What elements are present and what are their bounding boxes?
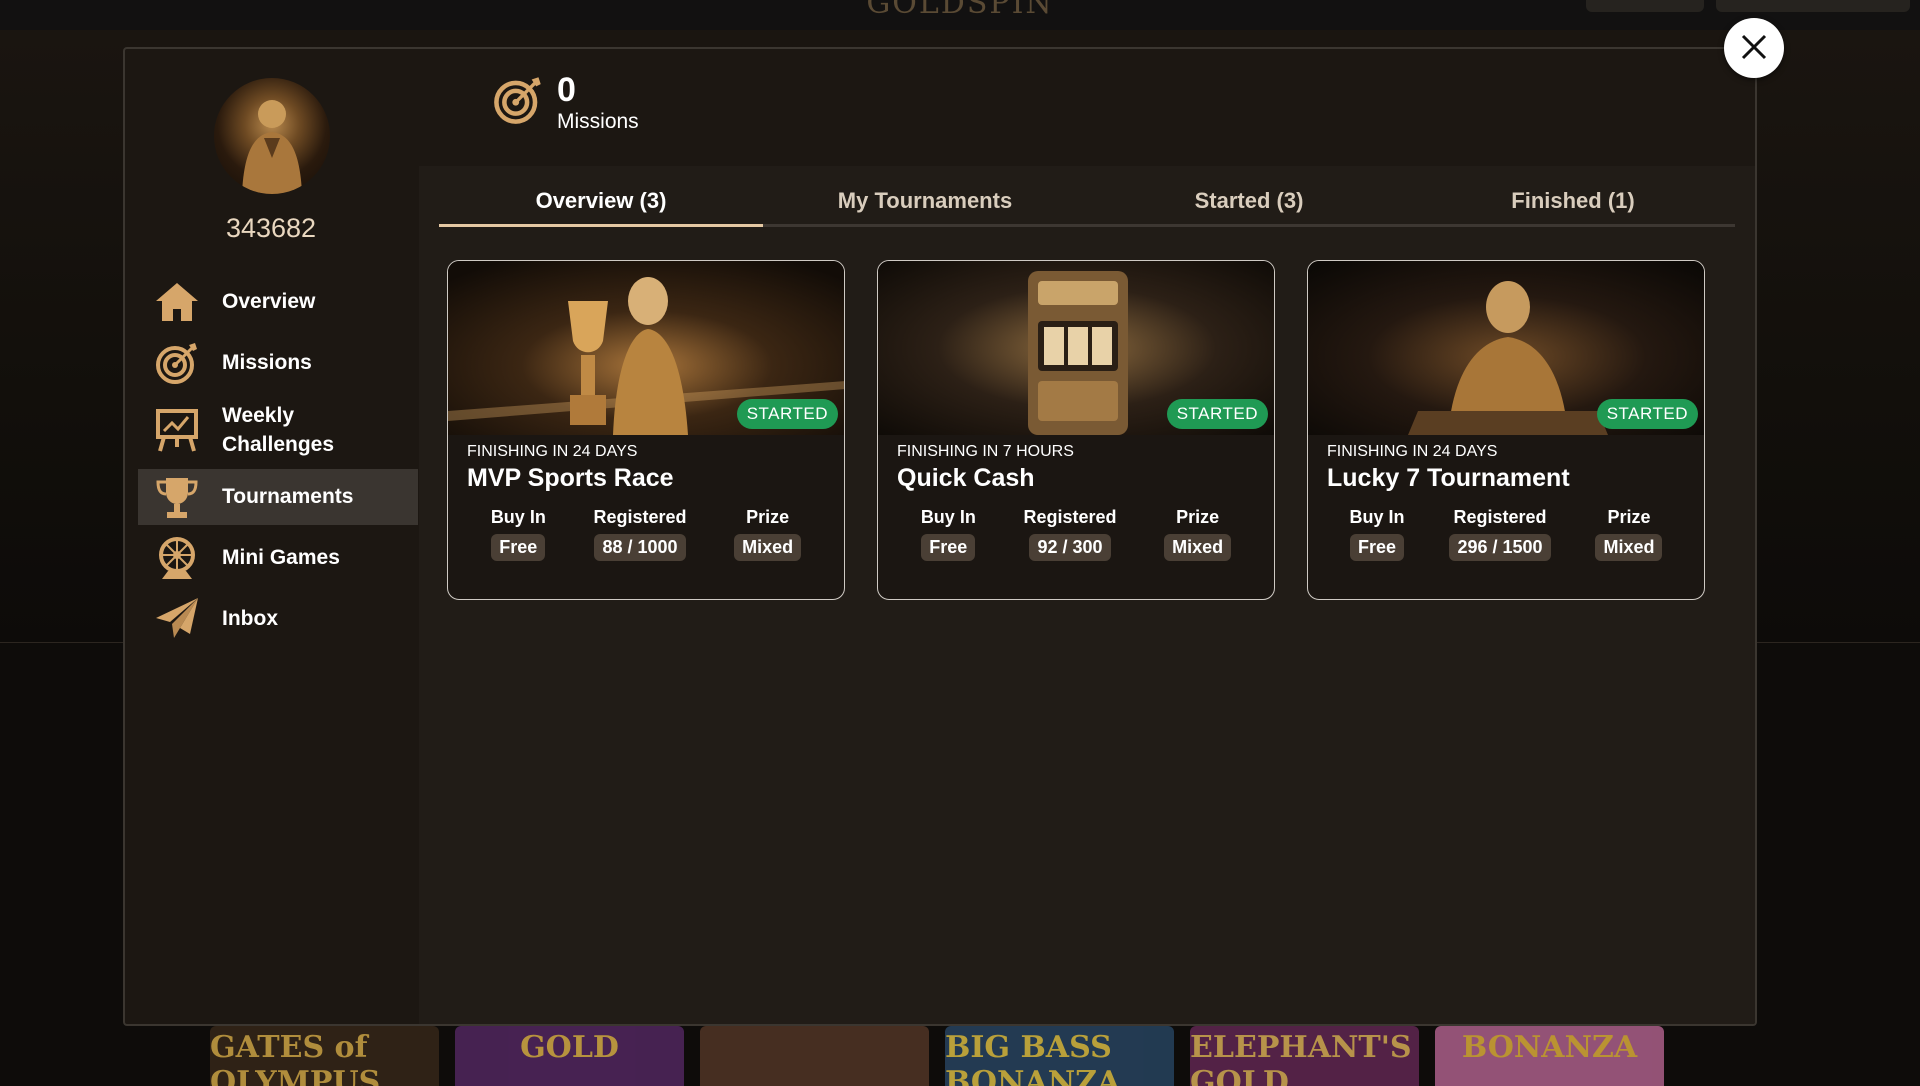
game-tile[interactable]: BONANZA: [1435, 1026, 1664, 1086]
header-pill: [1586, 0, 1704, 12]
home-icon: [152, 280, 202, 324]
tournament-image: STARTED: [878, 261, 1274, 435]
prize-value: Mixed: [734, 534, 802, 561]
header-pill: [1716, 0, 1910, 12]
registered-value: 296 / 1500: [1449, 534, 1551, 561]
buy-in-value: Free: [491, 534, 546, 561]
tournaments-panel: Overview (3) My Tournaments Started (3) …: [419, 166, 1755, 1024]
sidebar-nav: Overview Missions Weekly Challenges Tour…: [138, 274, 418, 652]
tournament-title: MVP Sports Race: [467, 464, 674, 492]
prize-label: Prize: [1607, 507, 1651, 527]
registered-label: Registered: [1023, 507, 1117, 527]
missions-count: 0: [557, 71, 576, 109]
tournament-title: Quick Cash: [897, 464, 1035, 492]
game-tile[interactable]: ELEPHANT'S GOLD: [1190, 1026, 1419, 1086]
missions-label: Missions: [557, 110, 639, 133]
tournament-card[interactable]: STARTED FINISHING IN 24 DAYS Lucky 7 Tou…: [1307, 260, 1705, 600]
sidebar-item-inbox[interactable]: Inbox: [138, 591, 418, 647]
paper-plane-icon: [152, 597, 202, 641]
sidebar-item-label: Weekly Challenges: [222, 403, 335, 456]
tournament-image: STARTED: [1308, 261, 1704, 435]
game-tile[interactable]: GATES of OLYMPUS: [210, 1026, 439, 1086]
finishing-time: FINISHING IN 24 DAYS: [1327, 443, 1498, 460]
sidebar-item-weekly-challenges[interactable]: Weekly Challenges: [138, 396, 418, 464]
tournament-list: STARTED FINISHING IN 24 DAYS MVP Sports …: [447, 260, 1705, 600]
sidebar-item-label: Missions: [222, 351, 312, 375]
sidebar-item-missions[interactable]: Missions: [138, 335, 418, 391]
game-tile[interactable]: GOLD: [455, 1026, 684, 1086]
site-header: GOLDSPIN: [0, 0, 1920, 30]
buy-in-value: Free: [921, 534, 976, 561]
tab-started[interactable]: Started (3): [1087, 186, 1411, 224]
sidebar-item-label: Inbox: [222, 607, 278, 631]
close-icon: [1740, 28, 1768, 68]
trophy-icon: [152, 475, 202, 519]
game-strip: GATES of OLYMPUS GOLD BIG BASS BONANZA E…: [210, 1026, 1664, 1086]
wheel-icon: [152, 536, 202, 580]
missions-summary: 0 Missions: [493, 73, 639, 132]
registered-label: Registered: [1453, 507, 1547, 527]
sidebar-item-tournaments[interactable]: Tournaments: [138, 469, 418, 525]
tournament-image: STARTED: [448, 261, 844, 435]
buy-in-label: Buy In: [490, 507, 546, 527]
registered-label: Registered: [593, 507, 687, 527]
tournament-card[interactable]: STARTED FINISHING IN 7 HOURS Quick Cash …: [877, 260, 1275, 600]
profile-modal: 343682 Overview Missions Weekly Challeng…: [123, 47, 1757, 1026]
buy-in-value: Free: [1349, 534, 1404, 561]
status-badge: STARTED: [736, 399, 838, 429]
buy-in-label: Buy In: [920, 507, 976, 527]
finishing-time: FINISHING IN 7 HOURS: [897, 443, 1074, 460]
prize-label: Prize: [746, 507, 790, 527]
game-tile[interactable]: BIG BASS BONANZA: [945, 1026, 1174, 1086]
tournament-card[interactable]: STARTED FINISHING IN 24 DAYS MVP Sports …: [447, 260, 845, 600]
prize-label: Prize: [1176, 507, 1220, 527]
sidebar-item-label: Mini Games: [222, 546, 340, 570]
prize-value: Mixed: [1595, 534, 1663, 561]
sidebar-item-mini-games[interactable]: Mini Games: [138, 530, 418, 586]
user-id: 343682: [225, 213, 317, 243]
target-icon: [493, 75, 543, 130]
sidebar-item-label: Tournaments: [222, 485, 354, 509]
registered-value: 88 / 1000: [594, 534, 686, 561]
tab-overview[interactable]: Overview (3): [439, 186, 763, 227]
status-badge: STARTED: [1596, 399, 1698, 429]
sidebar-item-overview[interactable]: Overview: [138, 274, 418, 330]
sidebar-item-label: Overview: [222, 290, 316, 314]
buy-in-label: Buy In: [1349, 507, 1405, 527]
prize-value: Mixed: [1164, 534, 1232, 561]
easel-icon: [152, 408, 202, 452]
finishing-time: FINISHING IN 24 DAYS: [467, 443, 638, 460]
tournament-tabs: Overview (3) My Tournaments Started (3) …: [439, 186, 1735, 227]
tab-finished[interactable]: Finished (1): [1411, 186, 1735, 224]
tournament-title: Lucky 7 Tournament: [1327, 464, 1570, 492]
tab-my-tournaments[interactable]: My Tournaments: [763, 186, 1087, 224]
close-button[interactable]: [1724, 18, 1784, 78]
game-tile[interactable]: [700, 1026, 929, 1086]
registered-value: 92 / 300: [1029, 534, 1111, 561]
target-icon: [152, 341, 202, 385]
avatar: [214, 78, 330, 194]
status-badge: STARTED: [1166, 399, 1268, 429]
